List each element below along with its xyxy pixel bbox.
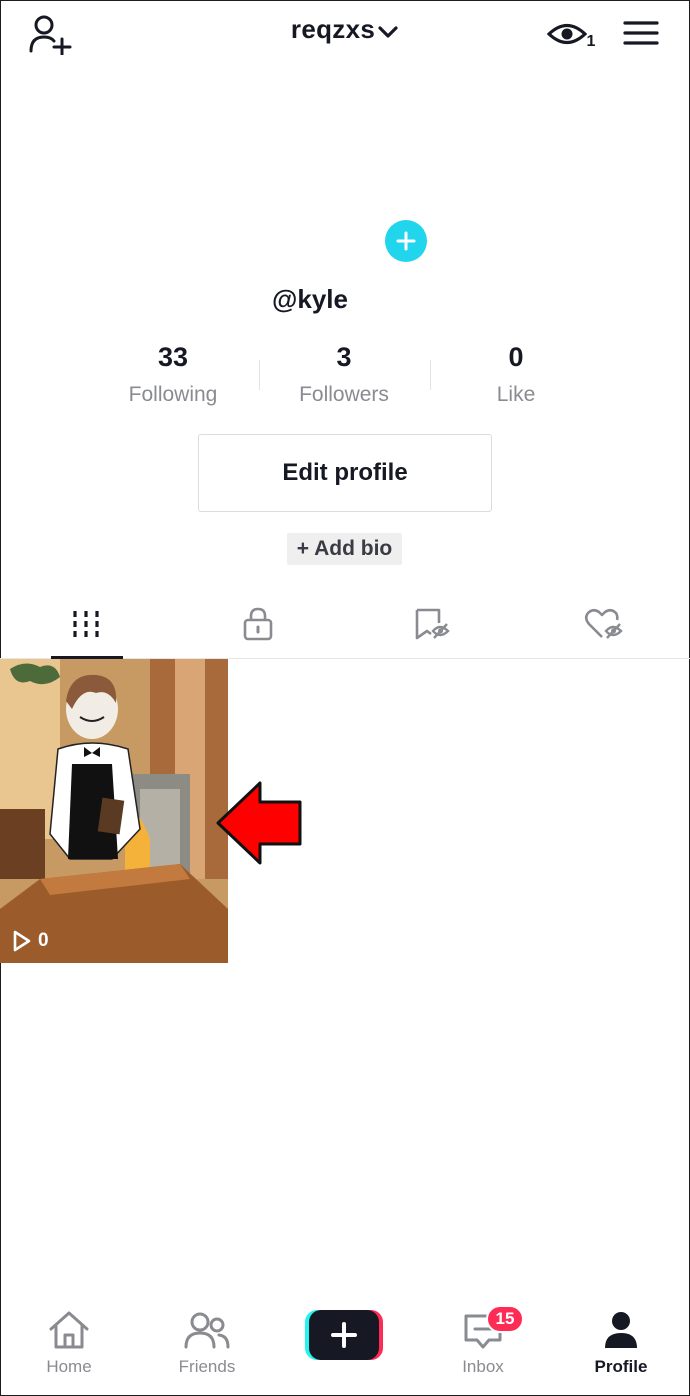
nav-profile[interactable]: Profile (571, 1310, 671, 1377)
eye-icon (546, 23, 587, 45)
stat-value: 0 (508, 342, 524, 372)
video-views-count: 0 (38, 930, 49, 951)
stat-label: Followers (299, 383, 389, 406)
tab-videos[interactable] (56, 600, 116, 648)
nav-home[interactable]: Home (19, 1310, 119, 1377)
stat-label: Like (496, 383, 536, 406)
account-name: reqzxs (290, 14, 376, 44)
stat-followers[interactable]: 3 Followers (259, 340, 429, 407)
video-thumbnail-image (0, 659, 228, 963)
play-icon (13, 930, 31, 952)
nav-label: Friends (178, 1357, 236, 1376)
nav-label: Profile (594, 1357, 648, 1376)
create-video-button[interactable] (305, 1310, 383, 1360)
add-bio-button[interactable]: + Add bio (287, 533, 402, 565)
video-thumbnail[interactable] (0, 659, 228, 963)
edit-profile-button[interactable]: Edit profile (198, 434, 492, 512)
profile-icon (605, 1312, 637, 1348)
tab-liked[interactable] (574, 600, 634, 648)
nav-label: Home (46, 1357, 92, 1376)
friends-icon (184, 1312, 230, 1349)
plus-icon (305, 1310, 383, 1360)
add-avatar-button[interactable] (385, 220, 427, 262)
profile-handle: @kyle (272, 284, 348, 314)
plus-icon (396, 231, 416, 251)
stat-label: Following (128, 383, 218, 406)
lock-icon (243, 607, 273, 641)
hidden-bookmark-icon (415, 608, 450, 640)
annotation-arrow-icon (214, 780, 304, 866)
stat-likes[interactable]: 0 Like (431, 340, 601, 407)
inbox-badge: 15 (486, 1305, 524, 1333)
menu-icon[interactable] (620, 14, 662, 52)
video-views: 0 (12, 930, 49, 952)
nav-label: Inbox (462, 1357, 504, 1376)
viewers-count: 1 (586, 33, 596, 50)
profile-viewers-button[interactable]: 1 (546, 16, 596, 52)
home-icon (49, 1311, 89, 1349)
hidden-heart-icon (584, 608, 623, 639)
grid-icon (73, 611, 99, 637)
stat-following[interactable]: 33 Following (88, 340, 258, 407)
stat-value: 3 (336, 342, 352, 372)
chevron-down-icon (377, 16, 399, 47)
stat-value: 33 (157, 342, 189, 372)
tab-saved[interactable] (402, 600, 462, 648)
nav-friends[interactable]: Friends (157, 1310, 257, 1377)
tab-private[interactable] (228, 600, 288, 648)
